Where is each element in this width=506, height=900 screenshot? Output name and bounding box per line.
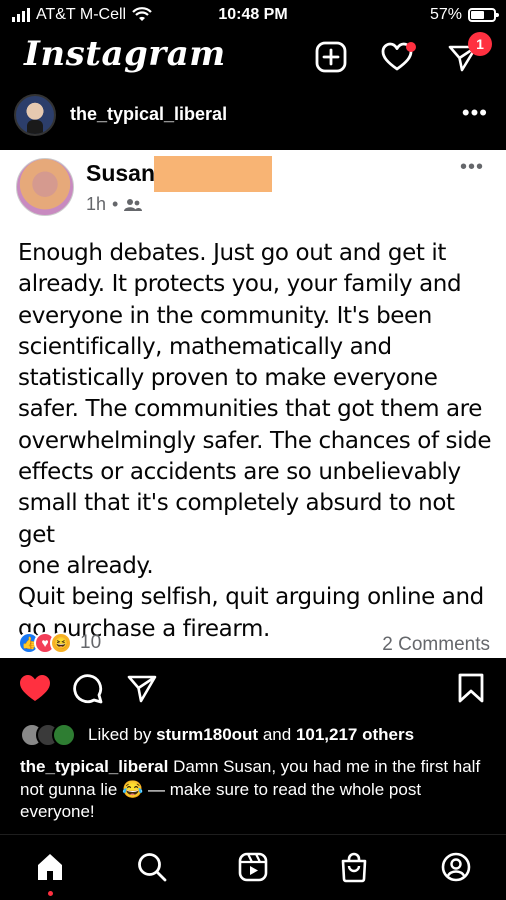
text-line: scientifically, mathematically and [18,333,392,360]
share-icon[interactable] [126,672,158,704]
reaction-count: 10 [80,632,102,653]
fb-author-avatar [16,158,74,216]
like-icon[interactable] [18,672,52,704]
fb-reactions: 👍 ♥ 😆 10 [18,632,101,654]
text-line: small that it's completely absurd to not… [18,490,455,548]
redaction-box [154,156,272,192]
fb-post-meta: 1h • [86,194,143,215]
text-line: safer. The communities that got them are [18,396,482,423]
reels-icon[interactable] [237,851,269,883]
comment-icon[interactable] [72,672,104,704]
activity-dot [406,42,416,52]
post-actions [0,666,506,710]
post-username[interactable]: the_typical_liberal [70,104,227,125]
text-line: overwhelmingly safer. The chances of sid… [18,427,492,454]
friends-icon [124,198,143,211]
status-right: 57% [429,6,499,24]
post-header: the_typical_liberal ••• [0,90,506,140]
text-line: already. It protects you, your family an… [18,271,462,298]
dm-badge: 1 [468,32,492,56]
caption-username[interactable]: the_typical_liberal [20,757,168,776]
battery-icon [468,8,499,22]
save-icon[interactable] [456,672,486,704]
text-line: one already. [18,552,154,579]
post-caption: the_typical_liberal Damn Susan, you had … [20,756,490,824]
text-line: everyone in the community. It's been [18,302,432,329]
fb-comments-count: 2 Comments [382,634,490,655]
fb-post-text: Enough debates. Just go out and get it a… [18,238,494,645]
liker-avatars [20,723,76,747]
new-post-icon[interactable] [314,40,348,74]
home-icon[interactable] [34,851,66,883]
status-bar: AT&T M-Cell 10:48 PM 57% [0,0,506,30]
haha-icon: 😆 [50,632,72,654]
fb-post-time: 1h [86,194,107,214]
profile-icon[interactable] [440,851,472,883]
instagram-logo[interactable]: Instagram [24,34,226,74]
fb-more-icon: ••• [459,156,484,178]
text-line: Enough debates. Just go out and get it [18,240,446,266]
text-line: effects or accidents are so unbelievably [18,459,461,486]
bottom-tab-bar [0,834,506,900]
avatar[interactable] [14,94,56,136]
liked-by-user[interactable]: sturm180out [156,725,258,745]
fb-author-name: Susan [86,160,156,186]
app-header: Instagram 1 [0,30,506,88]
text-line: Quit being selfish, quit arguing online … [18,584,484,611]
shop-icon[interactable] [338,851,370,883]
dot-separator: • [112,194,119,214]
battery-percent: 57% [429,6,462,23]
liked-by-and: and [262,725,292,744]
search-icon[interactable] [136,851,168,883]
home-active-dot [48,891,53,896]
more-options-icon[interactable]: ••• [462,100,488,126]
text-line: statistically proven to make everyone [18,365,438,392]
avatar [52,723,76,747]
liked-by-prefix: Liked by [88,725,152,744]
post-image: Susan 1h • ••• Enough debates. Just go o… [0,150,506,658]
liked-by-others[interactable]: 101,217 others [296,725,414,745]
liked-by[interactable]: Liked by sturm180out and 101,217 others [20,720,414,750]
